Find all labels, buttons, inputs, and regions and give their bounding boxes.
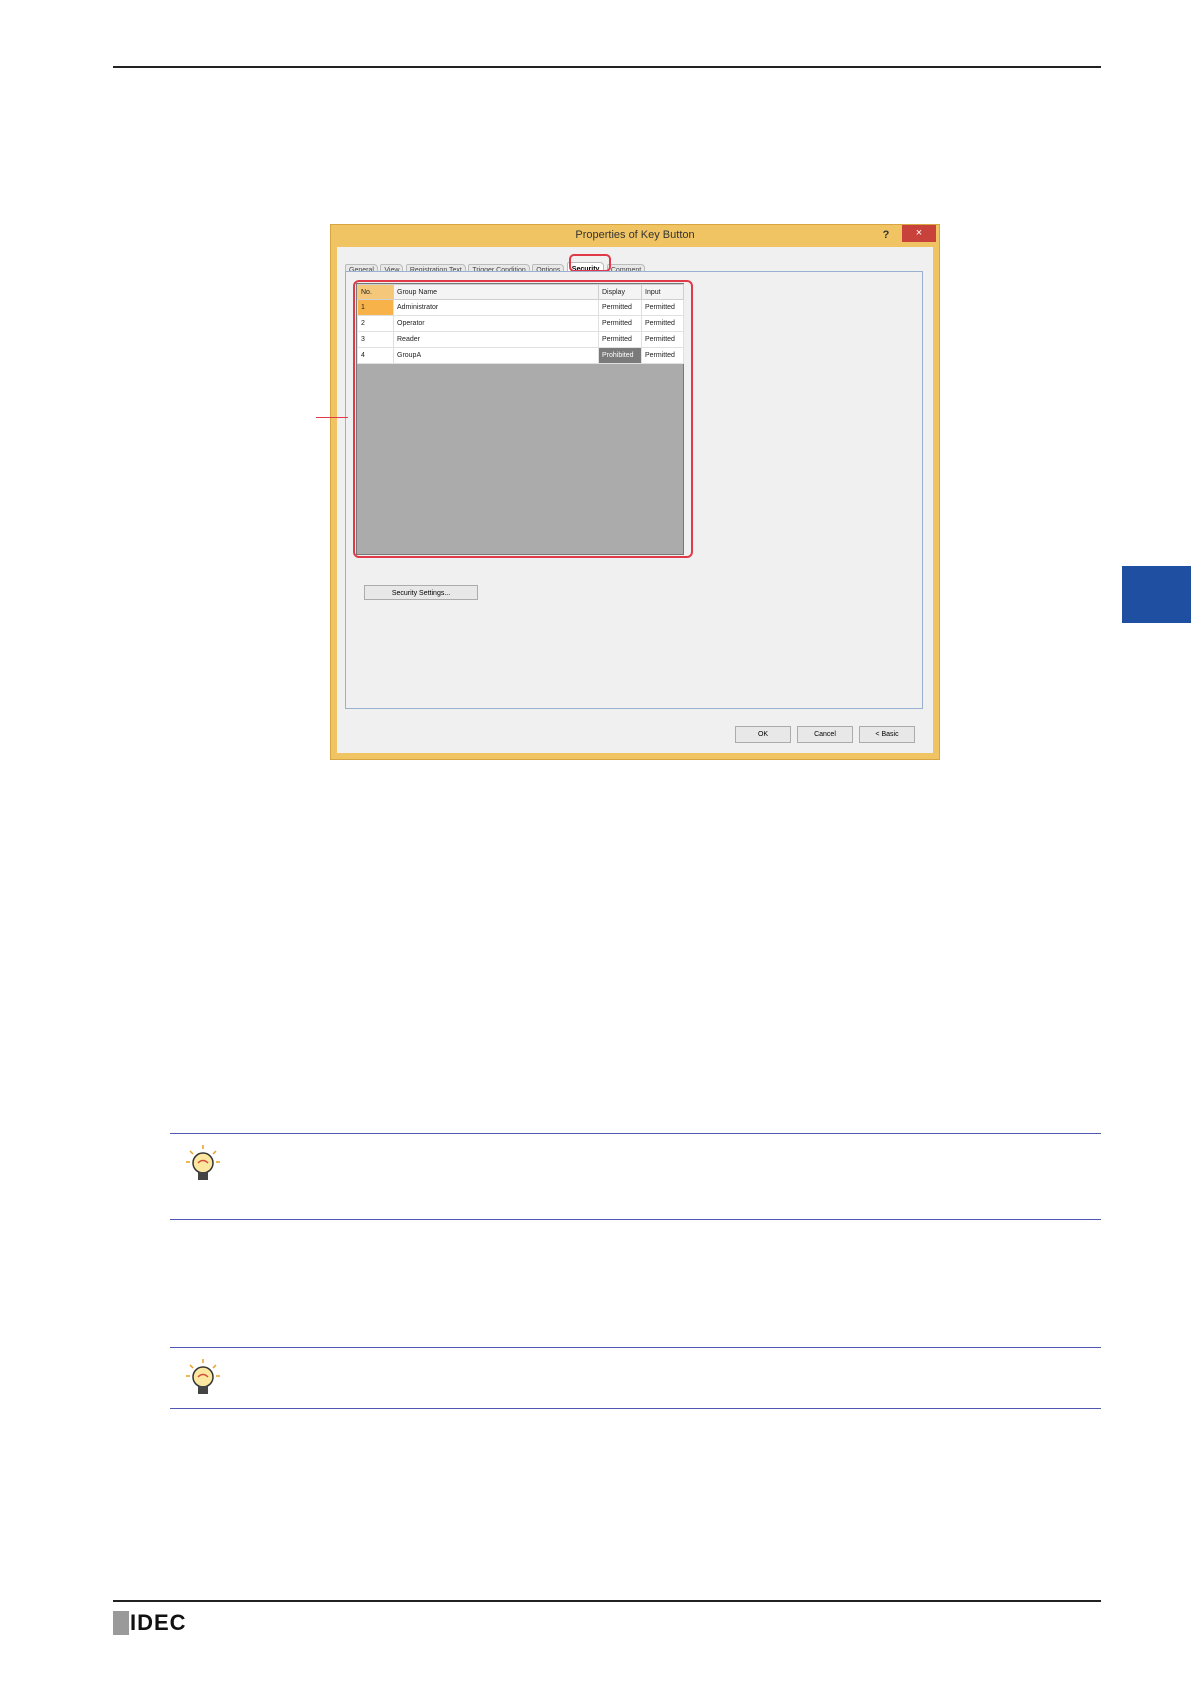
idec-logo: IDEC	[113, 1611, 193, 1635]
close-button[interactable]: ×	[902, 225, 936, 242]
header-rule	[113, 66, 1101, 68]
security-settings-button[interactable]: Security Settings...	[364, 585, 478, 600]
lightbulb-icon	[186, 1359, 220, 1394]
dialog-titlebar: Properties of Key Button ? ×	[331, 225, 939, 247]
properties-dialog: Properties of Key Button ? × General Vie…	[330, 224, 940, 760]
logo-text: IDEC	[130, 1610, 187, 1635]
cancel-button[interactable]: Cancel	[797, 726, 853, 743]
footer-rule	[113, 1600, 1101, 1602]
dialog-client: General View Registration Text Trigger C…	[337, 247, 933, 753]
dialog-title: Properties of Key Button	[575, 229, 695, 241]
logo-bar	[113, 1611, 129, 1635]
security-tab-highlight	[569, 254, 611, 272]
hint-box	[170, 1347, 1101, 1409]
table-highlight	[353, 280, 693, 558]
lightbulb-icon	[186, 1145, 220, 1180]
chapter-side-tab	[1122, 566, 1191, 623]
ok-button[interactable]: OK	[735, 726, 791, 743]
basic-button[interactable]: < Basic	[859, 726, 915, 743]
help-button[interactable]: ?	[875, 226, 897, 244]
hint-box	[170, 1133, 1101, 1220]
callout-line	[316, 417, 348, 418]
